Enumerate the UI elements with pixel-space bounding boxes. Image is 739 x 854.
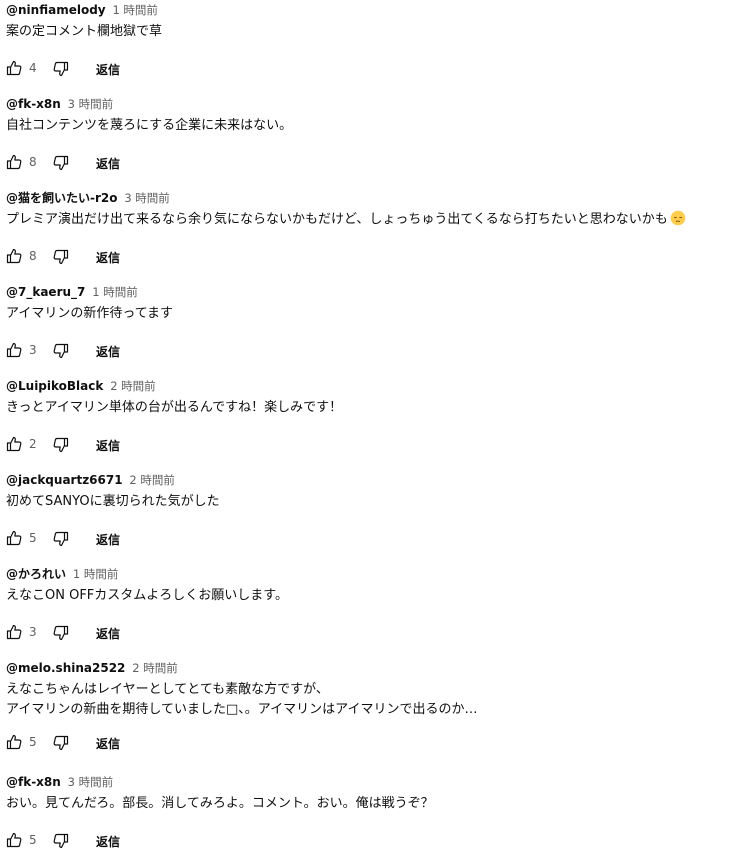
like-count: 5 (29, 735, 37, 749)
comment-text: プレミア演出だけ出て来るなら余り気にならないかもだけど、しょっちゅう出てくるなら… (6, 210, 739, 230)
comment-actions: 5 返信 (6, 830, 739, 854)
reply-button[interactable]: 返信 (96, 343, 120, 360)
comment-header: @jackquartz6671 2 時間前 (6, 471, 739, 489)
comment-header: @fk-x8n 3 時間前 (6, 95, 739, 113)
comment: @jackquartz6671 2 時間前 初めてSANYOに裏切られた気がした… (6, 471, 739, 552)
reply-button[interactable]: 返信 (96, 625, 120, 642)
comment-actions: 8 返信 (6, 246, 739, 270)
comment-actions: 5 返信 (6, 732, 739, 756)
thumbs-up-icon[interactable] (6, 60, 22, 76)
comment: @かろれい 1 時間前 えなこON OFFカスタムよろしくお願いします。 3 返… (6, 565, 739, 646)
reply-button[interactable]: 返信 (96, 735, 120, 752)
reply-button[interactable]: 返信 (96, 155, 120, 172)
thumbs-down-icon[interactable] (53, 531, 69, 547)
comment-header: @fk-x8n 3 時間前 (6, 773, 739, 791)
comment-text-content: プレミア演出だけ出て来るなら余り気にならないかもだけど、しょっちゅう出てくるなら… (6, 212, 668, 227)
comment-header: @ninfiamelody 1 時間前 (6, 1, 739, 19)
like-count: 8 (29, 249, 37, 263)
comment-author[interactable]: @7_kaeru_7 (6, 285, 85, 299)
comment-text: えなこちゃんはレイヤーとしてとても素敵な方ですが、 アイマリンの新曲を期待してい… (6, 682, 478, 717)
comment: @fk-x8n 3 時間前 自社コンテンツを蔑ろにする企業に未来はない。 8 返… (6, 95, 739, 176)
comment-actions: 4 返信 (6, 58, 739, 82)
comment-time[interactable]: 1 時間前 (112, 3, 157, 17)
thumbs-down-icon[interactable] (53, 61, 69, 77)
thumbs-up-icon[interactable] (6, 436, 22, 452)
comment-text: アイマリンの新作待ってます (6, 306, 174, 321)
thumbs-down-icon[interactable] (53, 249, 69, 265)
thumbs-down-icon[interactable] (53, 625, 69, 641)
comment: @猫を飼いたい-r2o 3 時間前 プレミア演出だけ出て来るなら余り気にならない… (6, 189, 739, 270)
comment-text: 自社コンテンツを蔑ろにする企業に未来はない。 (6, 118, 293, 133)
comment-header: @melo.shina2522 2 時間前 (6, 659, 739, 677)
comment-text: きっとアイマリン単体の台が出るんですね！楽しみです！ (6, 400, 343, 415)
comment-actions: 3 返信 (6, 340, 739, 364)
thumbs-down-icon[interactable] (53, 735, 69, 751)
comment-author[interactable]: @fk-x8n (6, 97, 61, 111)
comment-text: 初めてSANYOに裏切られた気がした (6, 494, 220, 509)
comment-time[interactable]: 3 時間前 (68, 97, 113, 111)
thumbs-down-icon[interactable] (53, 437, 69, 453)
comment: @LuipikoBlack 2 時間前 きっとアイマリン単体の台が出るんですね！… (6, 377, 739, 458)
comment-time[interactable]: 3 時間前 (68, 775, 113, 789)
reply-button[interactable]: 返信 (96, 833, 120, 850)
comment-actions: 2 返信 (6, 434, 739, 458)
comment-header: @LuipikoBlack 2 時間前 (6, 377, 739, 395)
reply-button[interactable]: 返信 (96, 249, 120, 266)
comment-actions: 5 返信 (6, 528, 739, 552)
comment-author[interactable]: @ninfiamelody (6, 3, 106, 17)
like-count: 5 (29, 833, 37, 847)
like-count: 5 (29, 531, 37, 545)
comment: @fk-x8n 3 時間前 おい。見てんだろ。部長。消してみろよ。コメント。おい… (6, 773, 739, 854)
reply-button[interactable]: 返信 (96, 437, 120, 454)
comment: @melo.shina2522 2 時間前 えなこちゃんはレイヤーとしてとても素… (6, 659, 739, 756)
comment-time[interactable]: 3 時間前 (124, 191, 169, 205)
comment-author[interactable]: @猫を飼いたい-r2o (6, 191, 118, 205)
thumbs-up-icon[interactable] (6, 342, 22, 358)
thumbs-down-icon[interactable] (53, 155, 69, 171)
thumbs-up-icon[interactable] (6, 154, 22, 170)
pensive-face-icon (670, 210, 686, 226)
reply-button[interactable]: 返信 (96, 531, 120, 548)
thumbs-up-icon[interactable] (6, 832, 22, 848)
thumbs-down-icon[interactable] (53, 833, 69, 849)
comment-time[interactable]: 2 時間前 (132, 661, 177, 675)
comment-actions: 3 返信 (6, 622, 739, 646)
comment-actions: 8 返信 (6, 152, 739, 176)
comment-header: @かろれい 1 時間前 (6, 565, 739, 583)
comment-text: おい。見てんだろ。部長。消してみろよ。コメント。おい。俺は戦うぞ？ (6, 796, 434, 811)
reply-button[interactable]: 返信 (96, 61, 120, 78)
comment-time[interactable]: 2 時間前 (129, 473, 174, 487)
comment-author[interactable]: @LuipikoBlack (6, 379, 103, 393)
comment-header: @7_kaeru_7 1 時間前 (6, 283, 739, 301)
thumbs-up-icon[interactable] (6, 248, 22, 264)
comment-time[interactable]: 2 時間前 (110, 379, 155, 393)
comment-author[interactable]: @かろれい (6, 567, 66, 581)
thumbs-down-icon[interactable] (53, 343, 69, 359)
like-count: 8 (29, 155, 37, 169)
comment-author[interactable]: @jackquartz6671 (6, 473, 123, 487)
thumbs-up-icon[interactable] (6, 734, 22, 750)
like-count: 3 (29, 343, 37, 357)
comment-text: えなこON OFFカスタムよろしくお願いします。 (6, 588, 288, 603)
like-count: 3 (29, 625, 37, 639)
comment-text: 案の定コメント欄地獄で草 (6, 24, 163, 39)
comment-time[interactable]: 1 時間前 (73, 567, 118, 581)
like-count: 2 (29, 437, 37, 451)
comment-author[interactable]: @fk-x8n (6, 775, 61, 789)
comment-time[interactable]: 1 時間前 (92, 285, 137, 299)
thumbs-up-icon[interactable] (6, 530, 22, 546)
comment-header: @猫を飼いたい-r2o 3 時間前 (6, 189, 739, 207)
comment: @7_kaeru_7 1 時間前 アイマリンの新作待ってます 3 返信 (6, 283, 739, 364)
comment-list: @ninfiamelody 1 時間前 案の定コメント欄地獄で草 4 返信 @f… (0, 0, 739, 849)
like-count: 4 (29, 61, 37, 75)
comment-author[interactable]: @melo.shina2522 (6, 661, 125, 675)
thumbs-up-icon[interactable] (6, 624, 22, 640)
comment: @ninfiamelody 1 時間前 案の定コメント欄地獄で草 4 返信 (6, 1, 739, 82)
